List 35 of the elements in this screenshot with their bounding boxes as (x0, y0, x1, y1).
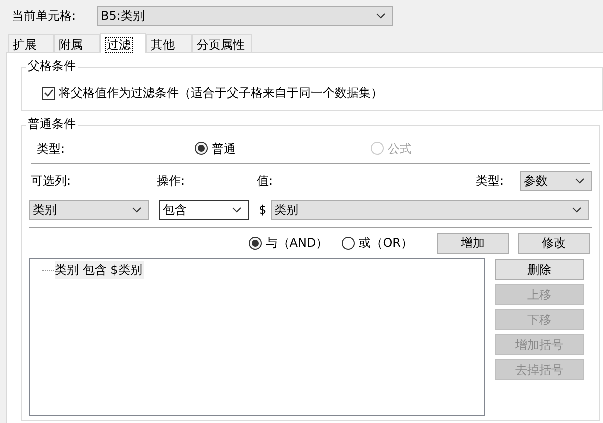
column-select[interactable]: 类别 (29, 200, 149, 220)
radio-button[interactable] (248, 236, 262, 250)
value-select[interactable]: 类别 (270, 200, 589, 220)
chevron-down-icon (572, 206, 582, 212)
action-button[interactable]: 增加 (437, 232, 509, 254)
radio-option[interactable]: 或（OR） (342, 234, 413, 252)
operation-label: 操作: (157, 173, 186, 190)
group-title: 普通条件 (26, 118, 78, 130)
dollar-sign: $ (259, 202, 267, 218)
tab[interactable]: 其他 (146, 34, 192, 52)
type-label: 类型: (36, 140, 66, 158)
chevron-down-icon (575, 178, 585, 184)
chevron-down-icon (376, 13, 386, 19)
radio-button[interactable] (195, 142, 208, 155)
chevron-down-icon (232, 206, 242, 212)
tab[interactable]: 扩展 (8, 34, 54, 52)
condition-item[interactable]: 类别 包含 $类别 (55, 261, 144, 279)
tab[interactable]: 附属 (54, 34, 100, 52)
value-label: 值: (257, 173, 274, 190)
column-label: 可选列: (30, 173, 72, 190)
current-cell-label: 当前单元格: (12, 8, 78, 25)
current-cell-select[interactable]: B5:类别 (97, 6, 393, 26)
tab[interactable]: 分页属性 (192, 34, 252, 52)
group-title: 父格条件 (26, 60, 78, 72)
value-type-label: 类型: (476, 173, 506, 190)
action-button[interactable]: 修改 (518, 232, 590, 254)
tab[interactable]: 过滤 (100, 33, 146, 53)
radio-option[interactable]: 普通 (195, 140, 371, 158)
chevron-down-icon (132, 206, 142, 212)
value-type-select[interactable]: 参数 (520, 171, 592, 191)
radio-button[interactable] (342, 236, 356, 250)
action-button[interactable]: 删除 (495, 259, 584, 280)
checkbox[interactable] (42, 86, 55, 100)
radio-option[interactable]: 与（AND） (248, 234, 328, 252)
operation-select[interactable]: 包含 (159, 200, 249, 220)
